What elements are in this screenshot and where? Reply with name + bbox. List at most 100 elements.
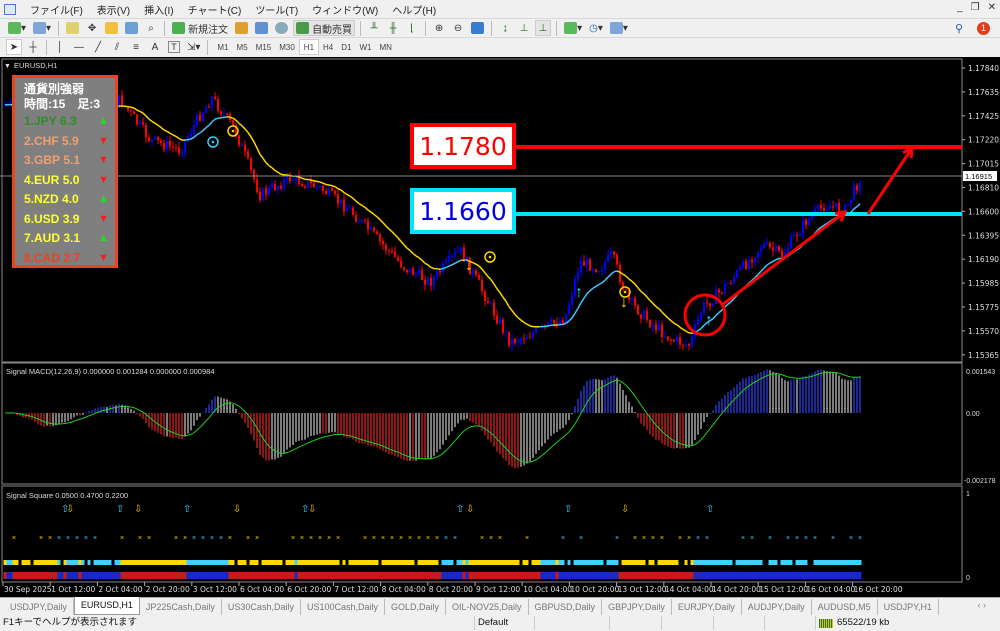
moving-average-segment: [169, 132, 174, 136]
auto-scroll-button[interactable]: ↨: [497, 20, 513, 36]
tester-button[interactable]: ⌕: [143, 20, 159, 36]
chart-tab[interactable]: EURJPY,Daily: [672, 599, 742, 615]
metaeditor-button[interactable]: [233, 20, 250, 36]
trend-bar: [108, 572, 112, 579]
timeframe-w1[interactable]: W1: [356, 39, 376, 55]
chart-tab[interactable]: USDJPY,H1: [878, 599, 940, 615]
profiles-button[interactable]: ▾: [31, 20, 53, 36]
indicators-button[interactable]: ▾: [562, 20, 584, 36]
trendline-button[interactable]: ╱: [90, 39, 106, 55]
crosshair-button[interactable]: ┼: [25, 39, 41, 55]
text-button[interactable]: A: [147, 39, 163, 55]
text-label-button[interactable]: T: [166, 39, 182, 55]
signal-bar: [543, 560, 547, 565]
chart-tab[interactable]: USDJPY,Daily: [4, 599, 74, 615]
periods-button[interactable]: ◷ ▾: [587, 20, 605, 36]
signal-bar: [75, 560, 79, 565]
target-price-annotation[interactable]: 1.1780: [410, 123, 516, 169]
collapse-icon[interactable]: ▼: [4, 63, 11, 70]
zoom-out-button[interactable]: ⊖: [450, 20, 466, 36]
market-watch-button[interactable]: [64, 20, 81, 36]
timeframe-m15[interactable]: M15: [252, 39, 276, 55]
menu-window[interactable]: ウィンドウ(W): [312, 2, 378, 17]
candle: [439, 270, 441, 273]
trend-bar: [642, 572, 646, 579]
line-chart-button[interactable]: ⌊: [404, 20, 420, 36]
timeframe-m1[interactable]: M1: [213, 39, 232, 55]
trend-bar: [147, 572, 151, 579]
navigator-button[interactable]: [103, 20, 120, 36]
timeframe-mn[interactable]: MN: [376, 39, 396, 55]
menu-file[interactable]: ファイル(F): [30, 2, 83, 17]
fibonacci-button[interactable]: ≡: [128, 39, 144, 55]
candle: [412, 268, 414, 276]
trend-bar: [171, 572, 175, 579]
menu-help[interactable]: ヘルプ(H): [392, 2, 436, 17]
signal-x-marker: ×: [309, 535, 313, 542]
menu-chart[interactable]: チャート(C): [188, 2, 242, 17]
arrows-button[interactable]: ⇲ ▾: [185, 39, 202, 55]
chart-tab[interactable]: GBPUSD,Daily: [529, 599, 603, 615]
chart-tab[interactable]: EURUSD,H1: [73, 597, 140, 615]
timeframe-d1[interactable]: D1: [337, 39, 355, 55]
moving-average-segment: [658, 308, 663, 313]
menu-view[interactable]: 表示(V): [97, 2, 130, 17]
templates-button[interactable]: ▾: [608, 20, 630, 36]
chart-tab[interactable]: JP225Cash,Daily: [140, 599, 222, 615]
cursor-button[interactable]: ➤: [6, 39, 22, 55]
candle: [829, 206, 831, 210]
candlestick-button[interactable]: ╫: [385, 20, 401, 36]
community-button[interactable]: [253, 20, 270, 36]
signals-button[interactable]: [273, 20, 290, 36]
timeframe-m30[interactable]: M30: [275, 39, 299, 55]
notification-badge[interactable]: 1: [977, 21, 990, 35]
channel-button[interactable]: ⫽: [109, 39, 125, 55]
new-order-button[interactable]: 新規注文: [170, 20, 230, 36]
restore-icon[interactable]: ❐: [971, 2, 980, 13]
chart-window[interactable]: ↓ ↑ ↓ ↑ × × × × × × × × × × × × × × × × × × × × × × × × × × × × × × × × × × ×…: [0, 57, 1000, 597]
chart-shift-end-button[interactable]: ⊥: [535, 20, 552, 36]
signal-bar: [690, 560, 694, 565]
vertical-line-button[interactable]: │: [52, 39, 68, 55]
tile-windows-button[interactable]: [469, 20, 486, 36]
menu-insert[interactable]: 挿入(I): [144, 2, 173, 17]
chart-tab[interactable]: US30Cash,Daily: [222, 599, 301, 615]
zoom-in-button[interactable]: ⊕: [431, 20, 447, 36]
chart-tab[interactable]: AUDUSD,M5: [812, 599, 878, 615]
terminal-button[interactable]: [123, 20, 140, 36]
signal-bar: [549, 560, 553, 565]
macd-signal-line: [709, 424, 714, 429]
horizontal-line-button[interactable]: —: [71, 39, 87, 55]
close-icon[interactable]: ✕: [988, 2, 996, 13]
bar-chart-button[interactable]: ╨: [366, 20, 382, 36]
signal-bar: [492, 560, 496, 565]
trend-bar: [432, 572, 436, 579]
candle: [745, 261, 747, 269]
trend-bar: [513, 572, 517, 579]
trend-bar: [408, 572, 412, 579]
support-price-annotation[interactable]: 1.1660: [410, 188, 516, 234]
trend-bar: [57, 572, 61, 579]
timeframe-h1[interactable]: H1: [298, 39, 320, 55]
chart-tab[interactable]: US100Cash,Daily: [301, 599, 385, 615]
moving-average-segment: [259, 153, 264, 159]
new-chart-button[interactable]: ▾: [6, 20, 28, 36]
trend-bar: [702, 572, 706, 579]
trend-bar: [543, 572, 547, 579]
timeframe-m5[interactable]: M5: [233, 39, 252, 55]
chart-shift-button[interactable]: ⊥: [516, 20, 532, 36]
data-window-button[interactable]: ✥: [84, 20, 100, 36]
menu-tools[interactable]: ツール(T): [255, 2, 298, 17]
chart-tab[interactable]: OIL-NOV25,Daily: [446, 599, 529, 615]
trend-bar: [519, 572, 523, 579]
minimize-icon[interactable]: _: [957, 2, 963, 13]
tab-scroll-arrows[interactable]: ‹ ›: [978, 600, 987, 610]
chart-tab[interactable]: GBPJPY,Daily: [602, 599, 672, 615]
search-icon[interactable]: ⚲: [955, 22, 963, 35]
auto-trading-button[interactable]: 自動売買: [293, 20, 356, 36]
trend-bar: [240, 572, 244, 579]
tile-icon: [471, 22, 485, 34]
chart-tab[interactable]: GOLD,Daily: [385, 599, 447, 615]
timeframe-h4[interactable]: H4: [319, 39, 337, 55]
chart-tab[interactable]: AUDJPY,Daily: [742, 599, 812, 615]
